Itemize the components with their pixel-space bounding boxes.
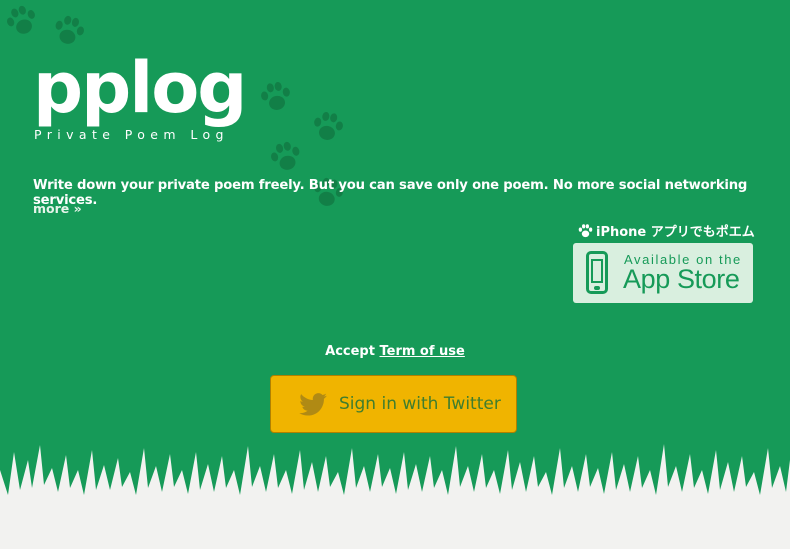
app-store-badge[interactable]: Available on the App Store (573, 243, 753, 303)
site-description: Write down your private poem freely. But… (33, 178, 748, 208)
paw-print-icon (258, 79, 295, 114)
paw-print-icon (50, 12, 89, 49)
iphone-icon (586, 251, 608, 294)
grass-decoration (0, 444, 790, 549)
more-link[interactable]: more » (33, 201, 82, 216)
app-store-line2: App Store (623, 264, 740, 294)
sign-in-label: Sign in with Twitter (339, 394, 501, 414)
paw-print-icon (267, 138, 306, 175)
accept-terms: Accept Term of use (0, 344, 790, 359)
accept-prefix: Accept (325, 344, 380, 359)
paw-icon (578, 223, 593, 237)
tagline: Private Poem Log (34, 127, 229, 142)
sign-in-twitter-button[interactable]: Sign in with Twitter (270, 375, 517, 433)
iphone-app-label: iPhone アプリでもポエム (578, 221, 755, 240)
terms-of-use-link[interactable]: Term of use (379, 344, 464, 359)
paw-print-icon (2, 1, 42, 40)
twitter-bird-icon (299, 392, 327, 416)
iphone-app-text: iPhone アプリでもポエム (596, 225, 755, 240)
paw-print-icon (310, 109, 347, 144)
logo: pplog (33, 47, 247, 129)
